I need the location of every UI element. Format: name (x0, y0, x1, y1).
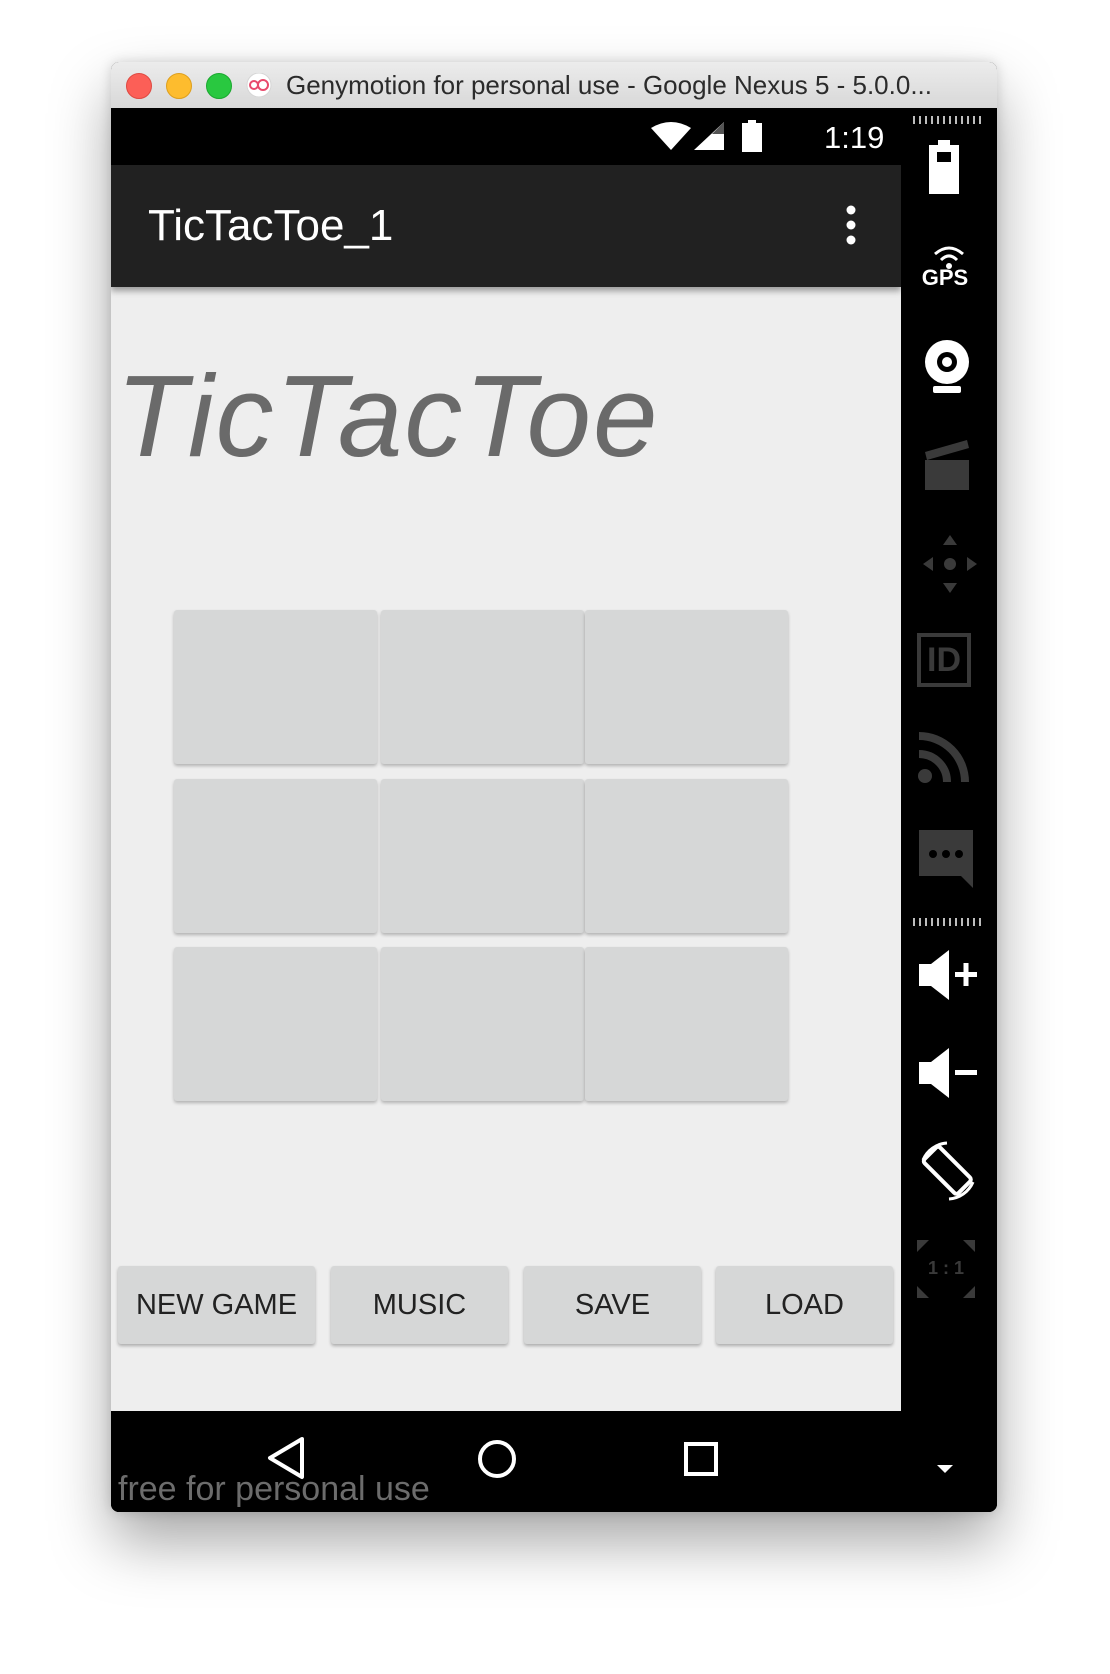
board-cell-4[interactable] (174, 779, 377, 933)
close-window-button[interactable] (126, 73, 152, 99)
app-bar: TicTacToe_1 (111, 165, 901, 287)
webcam-icon[interactable] (921, 338, 973, 396)
wifi-icon (651, 122, 691, 150)
board-cell-9[interactable] (585, 947, 788, 1101)
minimize-window-button[interactable] (166, 73, 192, 99)
maximize-window-button[interactable] (206, 73, 232, 99)
network-icon[interactable] (917, 730, 971, 784)
board-cell-2[interactable] (381, 610, 584, 764)
watermark-text: free for personal use (118, 1470, 430, 1508)
board-cell-8[interactable] (381, 947, 584, 1101)
screen-record-icon[interactable] (923, 438, 971, 492)
battery-widget-icon[interactable] (927, 140, 961, 196)
app-title: TicTacToe_1 (148, 201, 394, 250)
volume-up-icon[interactable] (917, 948, 979, 1002)
sms-icon[interactable] (917, 828, 975, 890)
home-icon[interactable] (476, 1438, 518, 1480)
save-button[interactable]: SAVE (524, 1266, 701, 1344)
status-bar: 1:19 (111, 108, 901, 165)
rotate-screen-icon[interactable] (917, 1140, 979, 1202)
remote-control-icon[interactable] (921, 533, 979, 595)
recent-apps-icon[interactable] (683, 1441, 719, 1477)
sidebar-expand-icon[interactable] (937, 1465, 953, 1475)
board-cell-3[interactable] (585, 610, 788, 764)
board-cell-5[interactable] (381, 779, 584, 933)
genymotion-logo-icon (246, 73, 272, 97)
new-game-button[interactable]: NEW GAME (118, 1266, 315, 1344)
music-button[interactable]: MUSIC (331, 1266, 508, 1344)
genymotion-window: Genymotion for personal use - Google Nex… (111, 62, 997, 1512)
battery-icon (742, 120, 762, 152)
window-title: Genymotion for personal use - Google Nex… (286, 70, 933, 100)
volume-down-icon[interactable] (917, 1046, 979, 1100)
status-time: 1:19 (824, 120, 885, 155)
load-button[interactable]: LOAD (716, 1266, 893, 1344)
pixel-perfect-label: 1 : 1 (927, 1258, 965, 1278)
device-screen: 1:19 TicTacToe_1 TicTacToe NEW GAME MUSI… (111, 108, 901, 1512)
app-content: TicTacToe NEW GAME MUSIC SAVE LOAD (111, 287, 901, 1411)
emulator-sidebar: GPS ID 1: 1 (901, 108, 997, 1512)
board-cell-6[interactable] (585, 779, 788, 933)
game-heading: TicTacToe (116, 351, 660, 481)
board-cell-7[interactable] (174, 947, 377, 1101)
window-titlebar: Genymotion for personal use - Google Nex… (111, 62, 997, 109)
sidebar-grip-top (913, 116, 985, 124)
cell-signal-icon (694, 122, 724, 150)
sidebar-grip-middle (913, 918, 985, 926)
overflow-menu-icon[interactable] (841, 203, 861, 247)
board-cell-1[interactable] (174, 610, 377, 764)
device-id-button[interactable]: ID (917, 633, 971, 687)
gps-label[interactable]: GPS (915, 265, 975, 291)
